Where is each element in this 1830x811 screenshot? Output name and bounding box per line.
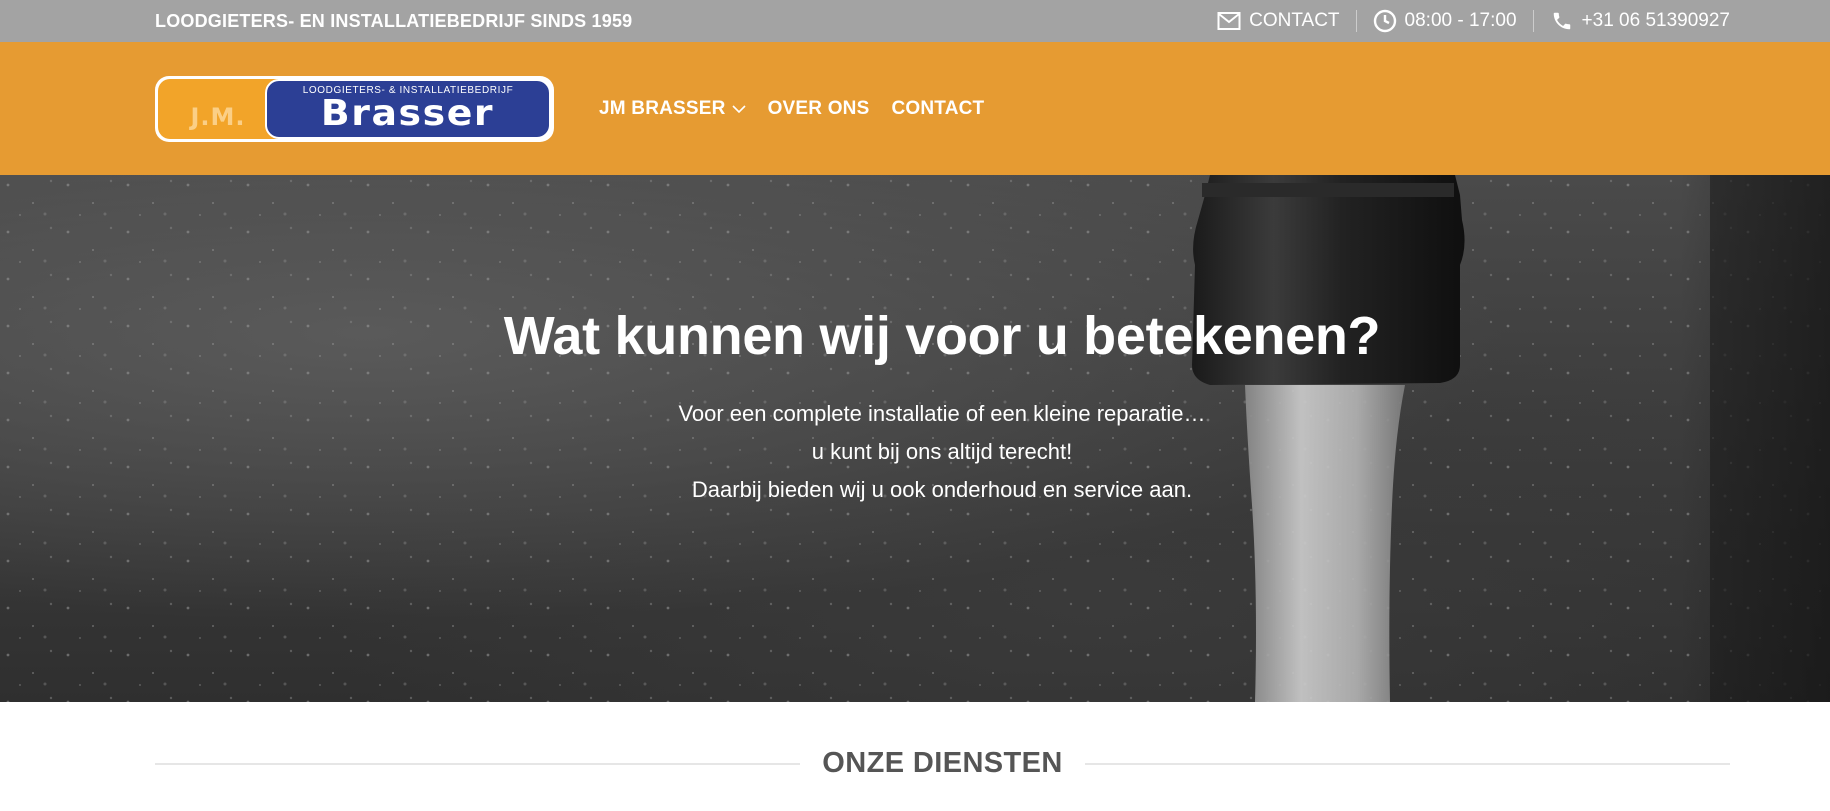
logo-name: Brasser (321, 93, 495, 134)
opening-hours: 08:00 - 17:00 (1355, 9, 1533, 33)
services-section: ONZE DIENSTEN (0, 702, 1830, 811)
chevron-down-icon (732, 98, 746, 120)
logo-initials-block: J.M. (158, 78, 278, 139)
nav-item-label: CONTACT (891, 97, 985, 119)
hero-line: Daarbij bieden wij u ook onderhoud en se… (691, 477, 1193, 502)
phone-icon (1550, 9, 1574, 33)
nav-item-label: OVER ONS (767, 97, 870, 119)
hero-banner: Wat kunnen wij voor u betekenen? Voor ee… (0, 175, 1830, 702)
top-contact-link[interactable]: CONTACT (1201, 10, 1355, 32)
hero-subtitle: Voor een complete installatie of een kle… (54, 395, 1830, 509)
hero-content: Wat kunnen wij voor u betekenen? Voor ee… (0, 305, 1830, 509)
hours-text: 08:00 - 17:00 (1404, 10, 1517, 31)
tagline: LOODGIETERS- EN INSTALLATIEBEDRIJF SINDS… (155, 10, 633, 31)
nav-item-over-ons[interactable]: OVER ONS (768, 98, 870, 120)
hero-line: Voor een complete installatie of een kle… (678, 401, 1206, 426)
top-bar: LOODGIETERS- EN INSTALLATIEBEDRIJF SINDS… (0, 0, 1830, 42)
section-divider: ONZE DIENSTEN (155, 747, 1731, 780)
logo-initials: J.M. (190, 102, 246, 131)
envelope-icon (1217, 9, 1241, 33)
main-header: J.M. LOODGIETERS- & INSTALLATIEBEDRIJF B… (0, 42, 1830, 175)
nav-item-jm-brasser[interactable]: JM BRASSER (599, 98, 746, 120)
divider-line-left (155, 762, 801, 765)
phone-link[interactable]: +31 06 51390927 (1532, 9, 1730, 33)
logo[interactable]: J.M. LOODGIETERS- & INSTALLATIEBEDRIJF B… (155, 75, 554, 142)
logo-name-block: LOODGIETERS- & INSTALLATIEBEDRIJF Brasse… (265, 78, 551, 139)
section-title: ONZE DIENSTEN (822, 747, 1063, 779)
top-contact-label: CONTACT (1249, 10, 1340, 31)
nav-item-label: JM BRASSER (599, 97, 726, 119)
hero-line: u kunt bij ons altijd terecht! (811, 439, 1073, 464)
divider-line-right (1084, 762, 1731, 765)
nav-item-contact[interactable]: CONTACT (891, 98, 984, 120)
phone-number: +31 06 51390927 (1581, 10, 1730, 31)
hero-title: Wat kunnen wij voor u betekenen? (503, 306, 1381, 366)
clock-icon (1373, 9, 1397, 33)
top-contacts: CONTACT 08:00 - 17:00 +31 06 51390927 (1201, 0, 1730, 42)
main-nav: JM BRASSER OVER ONS CONTACT (599, 98, 984, 120)
